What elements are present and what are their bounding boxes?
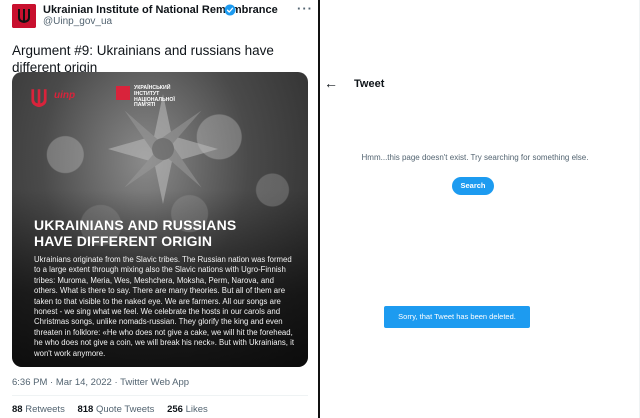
author-name[interactable]: Ukrainian Institute of National Remembra…	[43, 4, 278, 16]
institute-mark-icon	[116, 86, 130, 100]
divider	[12, 395, 308, 396]
retweets-count: 88	[12, 404, 23, 415]
institute-name-ua: УКРАЇНСЬКИЙ ІНСТИТУТ НАЦІОНАЛЬНОЇ ПАМ'ЯТ…	[134, 85, 175, 109]
star-ornament-icon	[108, 94, 218, 204]
quotes-count: 818	[77, 404, 94, 415]
deleted-toast: Sorry, that Tweet has been deleted.	[384, 306, 530, 328]
deleted-tweet-panel: ← Tweet Hmm...this page doesn't exist. T…	[320, 0, 640, 418]
retweets-label: Retweets	[25, 404, 65, 415]
search-button[interactable]: Search	[452, 177, 494, 195]
image-body-text: Ukrainians originate from the Slavic tri…	[34, 255, 295, 358]
likes-count: 256	[167, 404, 183, 415]
likes-label: Likes	[185, 404, 208, 415]
quote-tweets-stat[interactable]: 818 Quote Tweets	[77, 404, 154, 415]
likes-stat[interactable]: 256 Likes	[167, 404, 208, 415]
uinp-logo-text: uinp	[54, 90, 76, 101]
tweet-timestamp[interactable]: 6:36 PM · Mar 14, 2022 · Twitter Web App	[12, 377, 189, 388]
trident-logo-icon	[12, 4, 36, 28]
tweet-panel: Ukrainian Institute of National Remembra…	[0, 0, 318, 418]
tweet-image[interactable]: uinp УКРАЇНСЬКИЙ ІНСТИТУТ НАЦІОНАЛЬНОЇ П…	[12, 72, 308, 367]
quotes-label: Quote Tweets	[95, 404, 155, 415]
image-headline: UKRAINIANS AND RUSSIANS HAVE DIFFERENT O…	[34, 217, 237, 249]
tweet-text: Argument #9: Ukrainians and russians hav…	[12, 43, 274, 75]
back-arrow-icon[interactable]: ←	[324, 75, 338, 91]
uinp-trident-icon	[31, 89, 47, 108]
retweets-stat[interactable]: 88 Retweets	[12, 404, 65, 415]
institute-avatar[interactable]	[12, 4, 36, 28]
more-options-icon[interactable]: ···	[297, 1, 313, 16]
page-title: Tweet	[354, 78, 385, 90]
author-handle[interactable]: @Uinp_gov_ua	[43, 16, 112, 27]
verified-badge-icon	[224, 4, 236, 16]
tweet-stats: 88 Retweets 818 Quote Tweets 256 Likes	[12, 404, 208, 415]
not-found-message: Hmm...this page doesn't exist. Try searc…	[361, 153, 589, 162]
